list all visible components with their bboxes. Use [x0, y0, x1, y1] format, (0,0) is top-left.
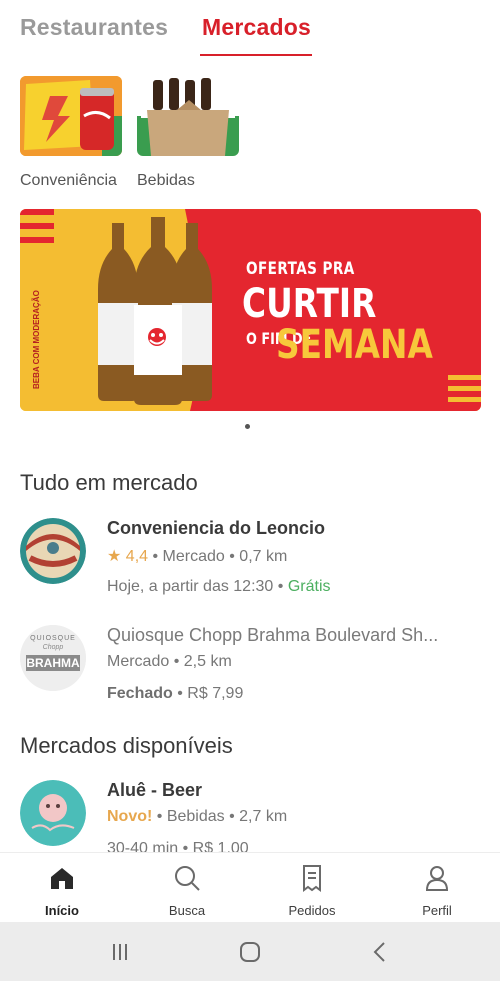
nav-label: Pedidos — [288, 903, 336, 918]
banner-line2: CURTIR — [242, 281, 377, 327]
home-button-icon[interactable] — [237, 939, 263, 965]
store-fee: Grátis — [287, 578, 331, 595]
snacks-soda-icon — [20, 76, 122, 156]
home-icon — [51, 868, 73, 889]
banner-line4: SEMANA — [276, 322, 433, 368]
store-category: Mercado — [107, 653, 170, 670]
store-schedule: Hoje, a partir das 12:30 — [107, 578, 274, 595]
separator: • — [273, 578, 288, 595]
back-icon[interactable] — [367, 939, 393, 965]
store-logo — [20, 780, 86, 846]
store-info: Hoje, a partir das 12:30 • Grátis — [107, 578, 331, 596]
store-status: Fechado — [107, 685, 173, 702]
section-title-available: Mercados disponíveis — [20, 733, 233, 758]
store-logo — [20, 518, 86, 584]
logo-text-bottom: BRAHMA — [26, 656, 80, 670]
store-meta: ★ 4,4 • Mercado • 0,7 km — [107, 546, 287, 566]
nav-busca[interactable]: Busca — [147, 863, 227, 918]
store-item-conveniencia-leoncio[interactable]: Conveniencia do Leoncio ★ 4,4 • Mercado … — [20, 518, 485, 608]
category-bebidas[interactable]: Bebidas — [137, 76, 247, 190]
separator: • — [224, 548, 240, 565]
top-tabs: Restaurantes Mercados — [0, 0, 500, 60]
nav-perfil[interactable]: Perfil — [397, 863, 477, 918]
separator: • — [169, 653, 184, 670]
store-distance: 2,5 km — [183, 653, 232, 670]
logo-text-mid: Chopp — [42, 644, 64, 651]
new-badge: Novo! — [107, 808, 153, 825]
store-name: Conveniencia do Leoncio — [107, 518, 326, 538]
nav-label: Busca — [168, 903, 206, 918]
category-conveniencia[interactable]: Conveniência — [20, 76, 130, 190]
store-info: Fechado • R$ 7,99 — [107, 685, 243, 703]
store-fee: R$ 7,99 — [187, 685, 244, 702]
separator: • — [172, 685, 188, 702]
profile-icon — [425, 866, 449, 891]
store-category: Mercado — [162, 548, 225, 565]
orders-icon — [303, 865, 321, 892]
banner-line1: OFERTAS PRA — [246, 259, 355, 279]
nav-pedidos[interactable]: Pedidos — [272, 863, 352, 918]
store-distance: 2,7 km — [239, 808, 288, 825]
store-meta: Novo! • Bebidas • 2,7 km — [107, 808, 287, 826]
separator: • — [152, 808, 167, 825]
store-meta: Mercado • 2,5 km — [107, 653, 232, 671]
separator: • — [148, 548, 163, 565]
category-label: Conveniência — [20, 172, 117, 189]
recent-apps-icon[interactable] — [107, 939, 133, 965]
separator: • — [224, 808, 240, 825]
category-label: Bebidas — [137, 172, 195, 189]
store-logo: QUIOSQUE Chopp BRAHMA — [20, 625, 86, 691]
promo-banner[interactable]: OFERTAS PRA CURTIR O FIM DE SEMANA BEBA … — [20, 209, 481, 411]
star-icon: ★ — [107, 548, 122, 565]
logo-text-top: QUIOSQUE — [30, 635, 76, 642]
store-distance: 0,7 km — [239, 548, 288, 565]
search-icon — [175, 866, 200, 891]
tab-mercados[interactable]: Mercados — [202, 14, 311, 41]
store-name: Aluê - Beer — [107, 780, 203, 800]
store-rating: 4,4 — [125, 548, 149, 565]
beer-pack-icon — [137, 76, 239, 156]
store-name: Quiosque Chopp Brahma Boulevard Sh... — [107, 625, 439, 645]
nav-label: Perfil — [422, 903, 452, 918]
tab-restaurantes[interactable]: Restaurantes — [20, 14, 168, 41]
store-item-quiosque-brahma[interactable]: QUIOSQUE Chopp BRAHMA Quiosque Chopp Bra… — [20, 625, 485, 715]
carousel-indicator — [245, 424, 250, 429]
nav-inicio[interactable]: Início — [22, 863, 102, 918]
store-category: Bebidas — [166, 808, 225, 825]
section-title-all: Tudo em mercado — [20, 470, 198, 495]
banner-disclaimer: BEBA COM MODERAÇÃO — [32, 290, 41, 389]
bottom-nav: Início Busca Pedidos Perfil — [0, 852, 500, 924]
nav-label: Início — [45, 903, 79, 918]
system-nav-bar — [0, 922, 500, 981]
active-tab-indicator — [200, 54, 312, 56]
